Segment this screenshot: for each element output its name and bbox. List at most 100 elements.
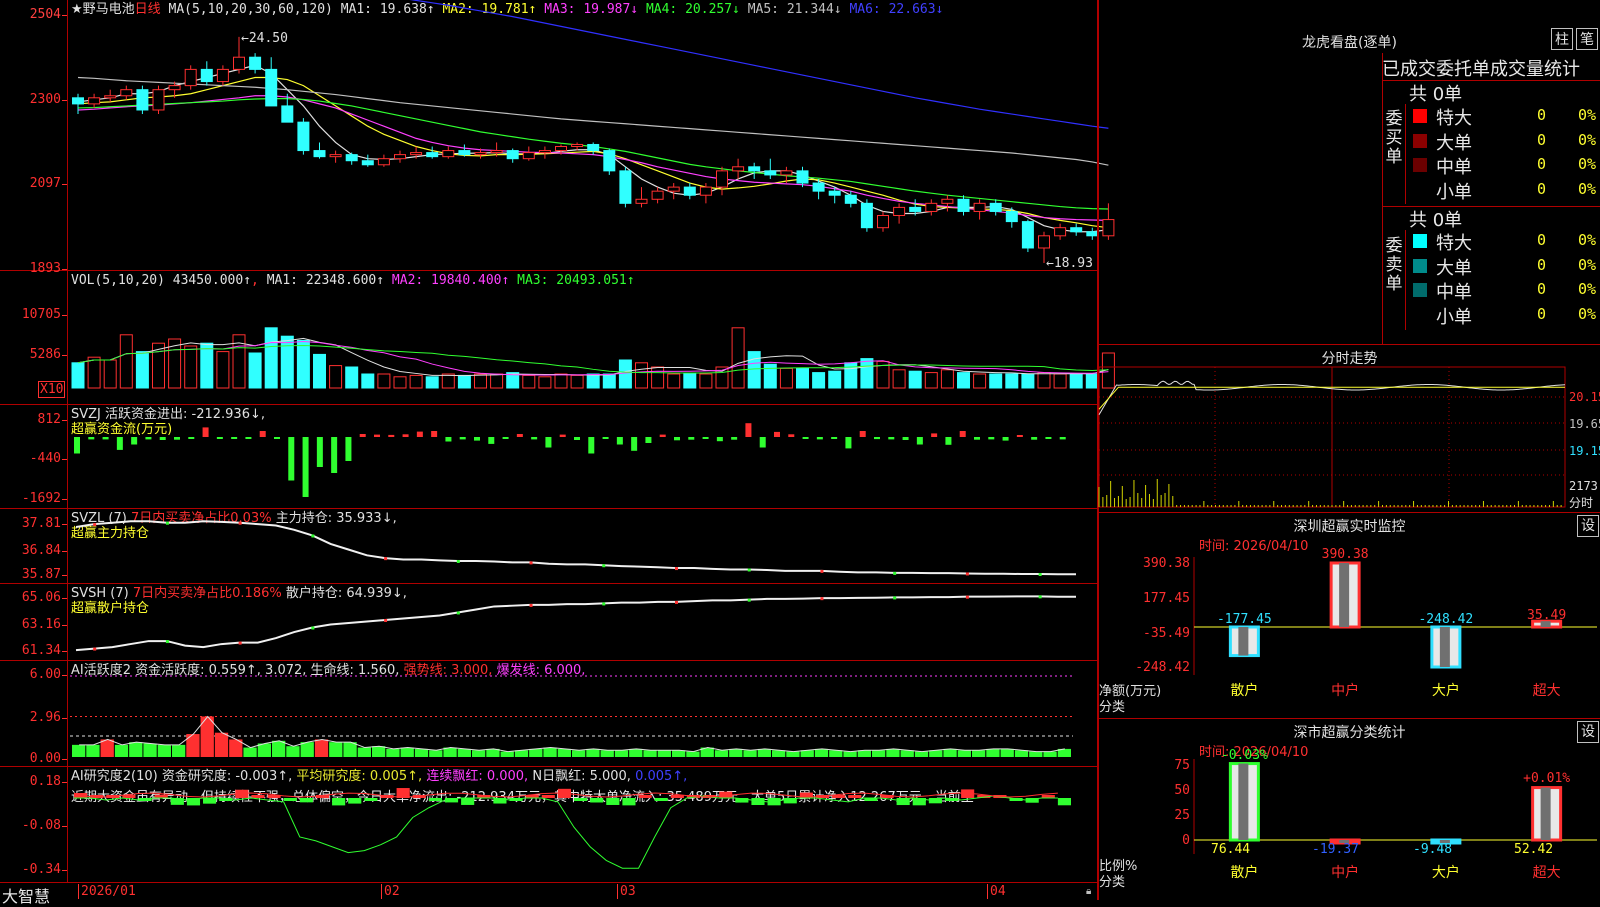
volume-chart[interactable] [68, 271, 1115, 405]
order-count: 0 [1537, 106, 1547, 124]
volume-bar [570, 374, 584, 389]
flow-bar [488, 437, 495, 444]
brand-label: 大智慧 [2, 887, 51, 906]
holding-dot [456, 559, 460, 563]
candle [989, 202, 1002, 212]
candle [603, 150, 616, 172]
candlestick-chart[interactable]: ←24.50 ←18.93 [68, 0, 1115, 271]
svsh-tick: 63.16 [21, 617, 68, 632]
order-swatch [1413, 182, 1427, 197]
date-label: 03 [617, 884, 636, 899]
activity-bar [586, 748, 600, 757]
svzl-pane[interactable]: 37.81 36.84 35.87 SVZL (7) 7日内买卖净占比0.03%… [0, 509, 1097, 584]
price-tick: 2504 [29, 7, 68, 22]
activity-bar [600, 750, 614, 757]
volume-bar [119, 334, 133, 389]
candle [168, 85, 181, 91]
lock-icon[interactable]: 🔒︎ [1086, 886, 1091, 897]
candle [699, 186, 712, 196]
sz-class-chart[interactable]: 75 50 25 0 散户 -0.03% 中户 大户 超大 +0.01% 76.44 -19.37 -9… [1099, 719, 1600, 900]
ai-activity-chart[interactable] [68, 661, 1097, 767]
price-pane[interactable]: 2504 2300 2097 1893 ★野马电池日线 MA(5,10,20,3… [0, 0, 1115, 276]
activity-bar [100, 739, 114, 757]
activity-bar [514, 750, 529, 757]
volume-bar [828, 370, 842, 389]
volume-bar [87, 356, 101, 389]
volume-bar [377, 373, 391, 389]
activity-bar [972, 750, 986, 757]
holding-dot [384, 557, 388, 561]
volume-bar [989, 373, 1003, 389]
candle [764, 170, 777, 176]
ai-research-tick: -0.34 [21, 862, 68, 877]
activity-bar [1029, 751, 1043, 757]
flow-bar [302, 437, 309, 497]
intraday-panel[interactable]: 分时走势 20.15 19.65 19.15 2173 分时 [1098, 345, 1600, 513]
flow-bar [331, 437, 338, 473]
activity-bar [157, 744, 171, 757]
flow-bar [402, 434, 409, 437]
flow-bar [559, 434, 566, 437]
research-bar [654, 798, 668, 801]
svzj-tick: 812 [37, 412, 68, 427]
chart-value-label: -177.45 [1217, 612, 1272, 627]
sz-monitor-chart[interactable]: 390.38 177.45 -35.49 -248.42 散户 -177.45 中户 390.… [1099, 513, 1600, 719]
chart-tick: 177.45 [1143, 591, 1190, 606]
flow-bar [688, 437, 695, 440]
candle [104, 95, 117, 99]
volume-bar [1053, 373, 1067, 389]
tab-tick-mode[interactable]: 笔 [1576, 28, 1598, 50]
activity-bar [672, 750, 686, 757]
svzl-chart[interactable] [68, 509, 1097, 584]
order-pct: 0% [1578, 255, 1597, 274]
volume-pane[interactable]: 10705 5286 X10 VOL(5,10,20) 43450.000↑, … [0, 271, 1115, 405]
holding-dot [893, 596, 897, 600]
flow-bar [831, 437, 838, 439]
volume-bar [441, 373, 455, 389]
flow-bar [759, 437, 766, 448]
tab-bar-mode[interactable]: 柱 [1551, 28, 1573, 50]
intraday-tick: 19.15 [1569, 444, 1600, 458]
flow-bar [245, 437, 252, 439]
longhu-title: 龙虎看盘(逐单) [1302, 35, 1397, 51]
flow-bar [716, 437, 723, 442]
svsh-tick: 61.34 [21, 643, 68, 658]
intraday-chart[interactable] [1098, 366, 1600, 512]
ai-activity-pane[interactable]: 6.00 2.96 0.00 AI活跃度2 资金活跃度: 0.559↑, 3.0… [0, 661, 1097, 767]
ai-research-pane[interactable]: 0.18 -0.08 -0.34 AI研究度2(10) 资金研究度: -0.00… [0, 767, 1097, 882]
activity-bar [314, 739, 329, 757]
candle [442, 150, 455, 158]
buy-side-label: 委 买 单 [1382, 110, 1406, 167]
flow-bar [845, 437, 852, 449]
volume-bar [635, 362, 648, 389]
holding-dot [165, 521, 169, 525]
holding-dot [1038, 573, 1042, 577]
holding-dot [965, 595, 969, 599]
volume-axis: 10705 5286 X10 [0, 271, 68, 404]
order-pct: 0% [1578, 280, 1597, 298]
activity-bar [143, 743, 157, 757]
class-value: 76.44 [1211, 842, 1250, 857]
flow-bar [288, 437, 295, 481]
chart-category: 中户 [1331, 864, 1359, 881]
candle [361, 160, 374, 166]
intraday-vol-tick: 2173 [1569, 479, 1598, 493]
candle [281, 105, 294, 123]
volume-multiplier: X10 [38, 381, 66, 398]
order-count: 0 [1537, 255, 1547, 274]
svsh-pane[interactable]: 65.06 63.16 61.34 SVSH (7) 7日内买卖净占比0.186… [0, 584, 1097, 661]
research-bar [348, 798, 362, 804]
svzj-chart[interactable] [68, 405, 1097, 509]
holding-dot [238, 641, 242, 645]
order-count: 0 [1537, 179, 1547, 198]
candle [458, 150, 471, 156]
candle [941, 198, 954, 204]
candle [555, 146, 567, 152]
svsh-chart[interactable] [68, 584, 1097, 661]
activity-bar [657, 750, 671, 757]
candle [377, 158, 390, 166]
ai-research-chart[interactable] [68, 767, 1097, 882]
activity-bar [86, 744, 100, 757]
svzj-pane[interactable]: 812 -440 -1692 SVZJ 活跃资金进出: -212.936↓, 超… [0, 405, 1097, 509]
holding-dot [675, 567, 678, 571]
